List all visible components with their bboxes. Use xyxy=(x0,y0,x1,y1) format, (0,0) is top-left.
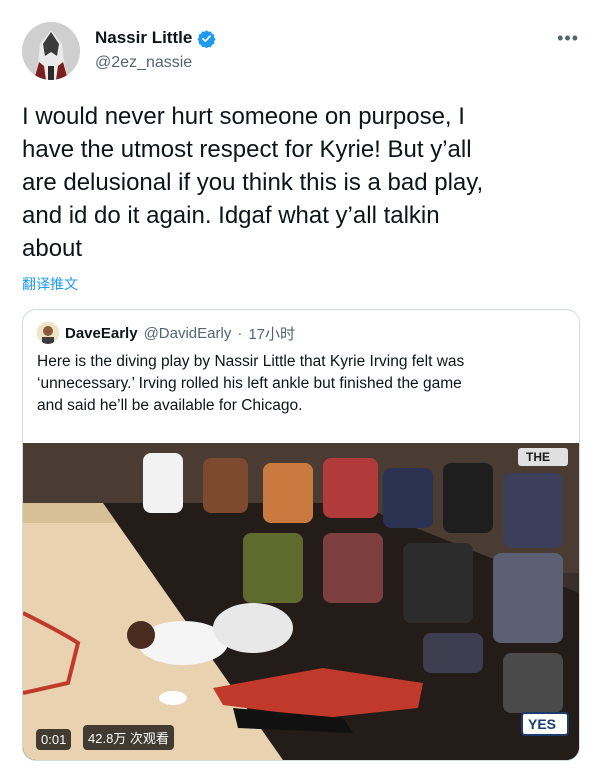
video-view-count: 42.8万 次观看 xyxy=(83,725,174,750)
video-player[interactable]: THE YES 0:01 42.8万 次观看 xyxy=(23,443,579,760)
author-avatar[interactable] xyxy=(22,22,80,80)
quoted-tweet-card[interactable]: DaveEarly @DavidEarly · 17小时 Here is the… xyxy=(22,309,580,761)
quoted-tweet-time: 17小时 xyxy=(248,325,296,343)
quoted-author-name: DaveEarly xyxy=(65,324,138,342)
quoted-author-handle: @DavidEarly xyxy=(143,324,232,342)
verified-badge-icon xyxy=(197,29,216,48)
meta-separator: · xyxy=(237,324,243,342)
network-logo-text: YES xyxy=(528,716,556,732)
tweet-text: I would never hurt someone on purpose, I… xyxy=(22,103,484,262)
author-name-row: Nassir Little xyxy=(95,28,216,48)
video-timestamp: 0:01 xyxy=(36,729,72,750)
tweet-header: Nassir Little @2ez_nassie ••• xyxy=(22,20,579,82)
quoted-author-avatar xyxy=(37,322,59,344)
author-display-name[interactable]: Nassir Little xyxy=(95,28,192,48)
video-frame-image: THE YES xyxy=(23,443,579,760)
corner-logo-text: THE xyxy=(526,450,550,464)
translate-tweet-link[interactable]: 翻译推文 xyxy=(22,274,78,294)
quoted-tweet-header: DaveEarly @DavidEarly · 17小时 xyxy=(37,322,295,344)
quoted-tweet-text: Here is the diving play by Nassir Little… xyxy=(37,353,465,414)
author-handle[interactable]: @2ez_nassie xyxy=(95,54,192,72)
more-options-icon[interactable]: ••• xyxy=(557,28,579,49)
